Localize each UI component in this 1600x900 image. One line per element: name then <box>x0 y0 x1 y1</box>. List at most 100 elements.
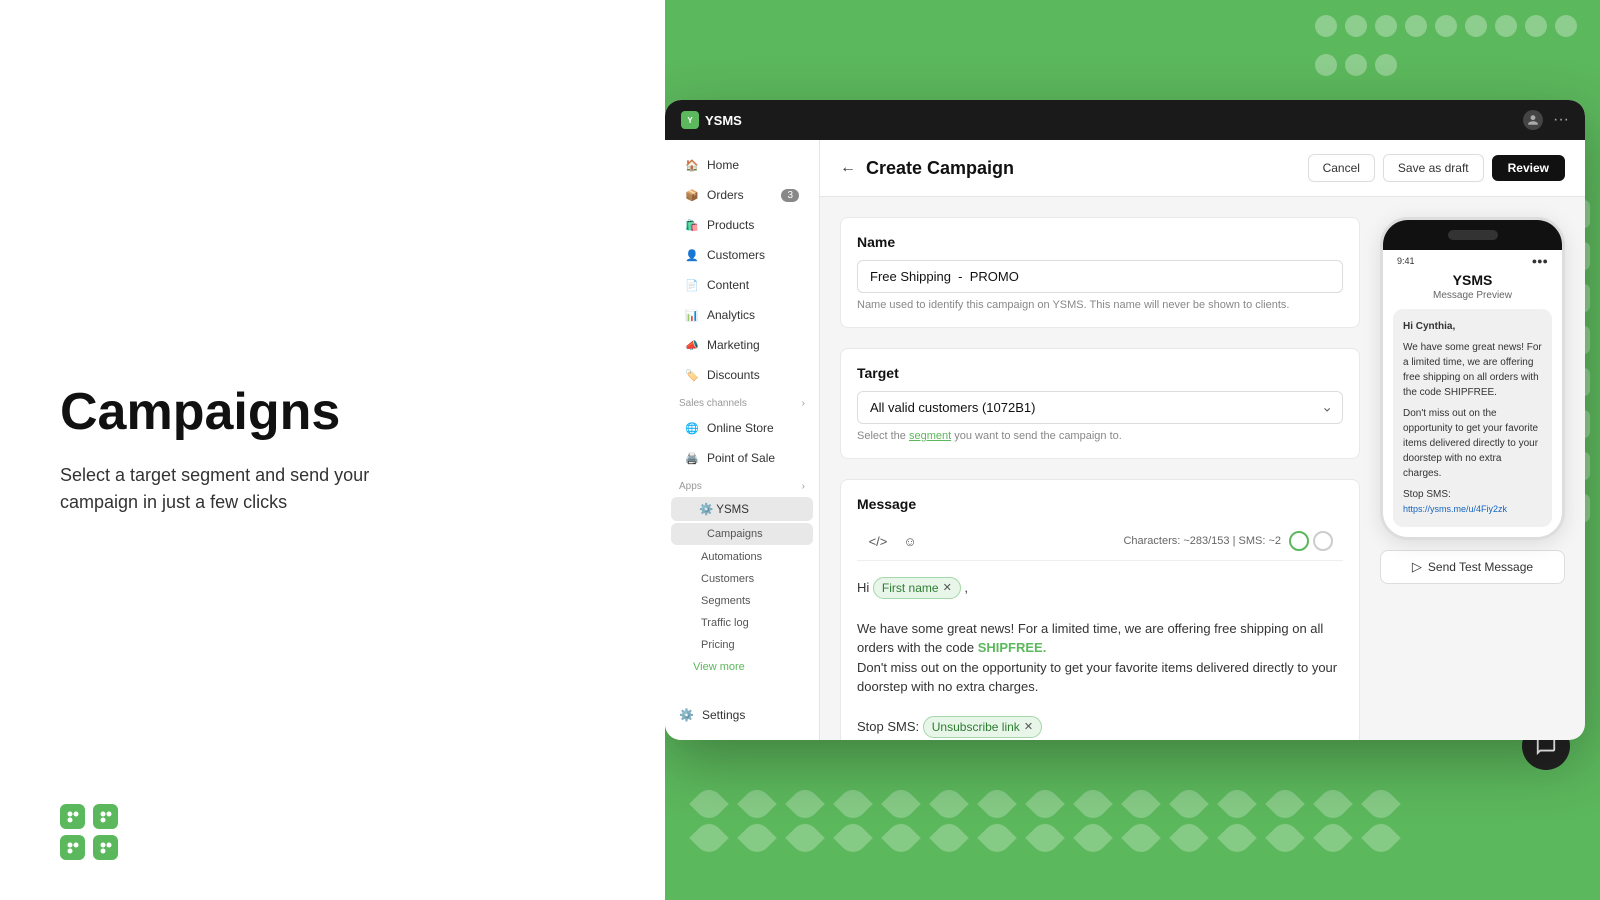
sidebar-item-content[interactable]: 📄 Content <box>671 271 813 299</box>
phone-app-name: YSMS <box>1383 268 1562 290</box>
sidebar-item-online-store[interactable]: 🌐 Online Store <box>671 414 813 442</box>
app-body: 🏠 Home 📦 Orders 3 🛍️ Products 👤 Customer… <box>665 140 1585 740</box>
sidebar-sub-automations[interactable]: Automations <box>665 546 819 568</box>
form-area: Name Name used to identify this campaign… <box>820 197 1585 740</box>
phone-preview: 9:41 ●●● YSMS Message Preview Hi Cynthia… <box>1380 217 1565 740</box>
phone-body1: We have some great news! For a limited t… <box>1403 340 1542 400</box>
sidebar-item-analytics[interactable]: 📊 Analytics <box>671 301 813 329</box>
sidebar-item-home[interactable]: 🏠 Home <box>671 151 813 179</box>
stop-sms-label: Stop SMS: <box>857 719 919 734</box>
logo-dot-3 <box>60 835 85 860</box>
point-of-sale-icon: 🖨️ <box>685 451 699 465</box>
sidebar-item-marketing[interactable]: 📣 Marketing <box>671 331 813 359</box>
name-label: Name <box>857 234 1343 250</box>
promo-code: SHIPFREE. <box>978 640 1047 655</box>
more-options-icon[interactable]: ··· <box>1553 111 1569 129</box>
products-icon: 🛍️ <box>685 218 699 232</box>
segment-link[interactable]: segment <box>909 430 951 442</box>
send-test-button[interactable]: ▷ Send Test Message <box>1380 550 1565 584</box>
top-bar-left: Y YSMS <box>681 111 742 129</box>
save-draft-button[interactable]: Save as draft <box>1383 154 1484 182</box>
home-icon: 🏠 <box>685 158 699 172</box>
target-select-wrapper: All valid customers (1072B1) <box>857 391 1343 424</box>
name-input[interactable] <box>857 260 1343 293</box>
logo-dots <box>60 804 120 860</box>
customers-icon: 👤 <box>685 248 699 262</box>
sidebar-item-discounts[interactable]: 🏷️ Discounts <box>671 361 813 389</box>
back-button[interactable]: ← <box>840 159 856 177</box>
apps-section: Apps › <box>665 473 819 496</box>
analytics-icon: 📊 <box>685 308 699 322</box>
name-hint: Name used to identify this campaign on Y… <box>857 299 1343 311</box>
top-bar: Y YSMS ··· <box>665 100 1585 140</box>
app-icon: Y <box>681 111 699 129</box>
sidebar-sub-campaigns[interactable]: Campaigns <box>671 523 813 545</box>
sidebar-item-ysms[interactable]: ⚙️ YSMS <box>671 497 813 521</box>
sidebar-sub-segments[interactable]: Segments <box>665 590 819 612</box>
target-select[interactable]: All valid customers (1072B1) <box>857 391 1343 424</box>
main-content: ← Create Campaign Cancel Save as draft R… <box>820 140 1585 740</box>
sidebar-item-customers[interactable]: 👤 Customers <box>671 241 813 269</box>
message-body-line2: We have some great news! For a limited t… <box>857 621 1323 656</box>
app-name-topbar: Y YSMS <box>681 111 742 129</box>
discounts-icon: 🏷️ <box>685 368 699 382</box>
sidebar-sub-traffic-log[interactable]: Traffic log <box>665 612 819 634</box>
orders-badge: 3 <box>781 189 799 202</box>
emoji-icon[interactable]: ☺ <box>899 530 921 552</box>
message-comma: , <box>964 580 968 595</box>
orders-icon: 📦 <box>685 188 699 202</box>
settings-icon: ⚙️ <box>679 708 694 722</box>
logo-dot-1 <box>60 804 85 829</box>
review-button[interactable]: Review <box>1492 155 1565 181</box>
sidebar-sub-pricing[interactable]: Pricing <box>665 634 819 656</box>
sidebar-settings[interactable]: ⚙️ Settings <box>665 700 819 730</box>
logo-dot-4 <box>93 835 118 860</box>
sidebar-item-point-of-sale[interactable]: 🖨️ Point of Sale <box>671 444 813 472</box>
unsubscribe-link-tag[interactable]: Unsubscribe link ✕ <box>923 716 1042 738</box>
target-hint: Select the segment you want to send the … <box>857 430 1343 442</box>
content-icon: 📄 <box>685 278 699 292</box>
message-section: Message </> ☺ Characters: ~283/153 | SMS… <box>840 479 1360 740</box>
refresh-gray <box>1313 531 1333 551</box>
hero-subtitle: Select a target segment and send your ca… <box>60 462 440 516</box>
right-panel: Y YSMS ··· 🏠 Home 📦 <box>665 0 1600 900</box>
sales-channels-section: Sales channels › <box>665 390 819 413</box>
unsubscribe-tag-remove[interactable]: ✕ <box>1024 719 1033 736</box>
phone-message: Hi Cynthia, We have some great news! For… <box>1393 309 1552 527</box>
send-icon: ▷ <box>1412 559 1422 575</box>
campaign-title: Create Campaign <box>866 158 1014 179</box>
greeting-hi: Hi <box>857 580 873 595</box>
campaign-header-right: Cancel Save as draft Review <box>1308 154 1565 182</box>
message-toolbar: </> ☺ Characters: ~283/153 | SMS: ~2 <box>857 522 1343 561</box>
deco-dots-top <box>1300 0 1600 100</box>
sidebar-item-products[interactable]: 🛍️ Products <box>671 211 813 239</box>
logo-area <box>60 804 120 860</box>
phone-stop-sms: Stop SMS: https://ysms.me/u/4Fiy2zk <box>1403 487 1542 517</box>
user-icon[interactable] <box>1523 110 1543 130</box>
phone-greeting: Hi Cynthia, <box>1403 319 1542 334</box>
phone-status: 9:41 ●●● <box>1383 250 1562 268</box>
sidebar-view-more[interactable]: View more <box>665 656 819 678</box>
marketing-icon: 📣 <box>685 338 699 352</box>
sidebar-sub-customers[interactable]: Customers <box>665 568 819 590</box>
phone-notch <box>1448 230 1498 240</box>
sales-channels-chevron: › <box>802 398 805 409</box>
message-body-line3: Don't miss out on the opportunity to get… <box>857 660 1337 695</box>
logo-dot-2 <box>93 804 118 829</box>
first-name-tag[interactable]: First name ✕ <box>873 577 961 599</box>
sidebar-item-orders[interactable]: 📦 Orders 3 <box>671 181 813 209</box>
cancel-button[interactable]: Cancel <box>1308 154 1375 182</box>
code-icon[interactable]: </> <box>867 530 889 552</box>
campaign-header: ← Create Campaign Cancel Save as draft R… <box>820 140 1585 197</box>
first-name-tag-remove[interactable]: ✕ <box>943 580 952 597</box>
target-section: Target All valid customers (1072B1) Sele… <box>840 348 1360 459</box>
refresh-icons <box>1289 531 1333 551</box>
message-body: Hi First name ✕ , We have some great new… <box>857 569 1343 740</box>
left-panel: Campaigns Select a target segment and se… <box>0 0 665 900</box>
sidebar: 🏠 Home 📦 Orders 3 🛍️ Products 👤 Customer… <box>665 140 820 740</box>
target-label: Target <box>857 365 1343 381</box>
name-section: Name Name used to identify this campaign… <box>840 217 1360 328</box>
message-toolbar-left: </> ☺ <box>867 530 921 552</box>
campaign-header-left: ← Create Campaign <box>840 158 1014 179</box>
phone-link: https://ysms.me/u/4Fiy2zk <box>1403 504 1507 514</box>
